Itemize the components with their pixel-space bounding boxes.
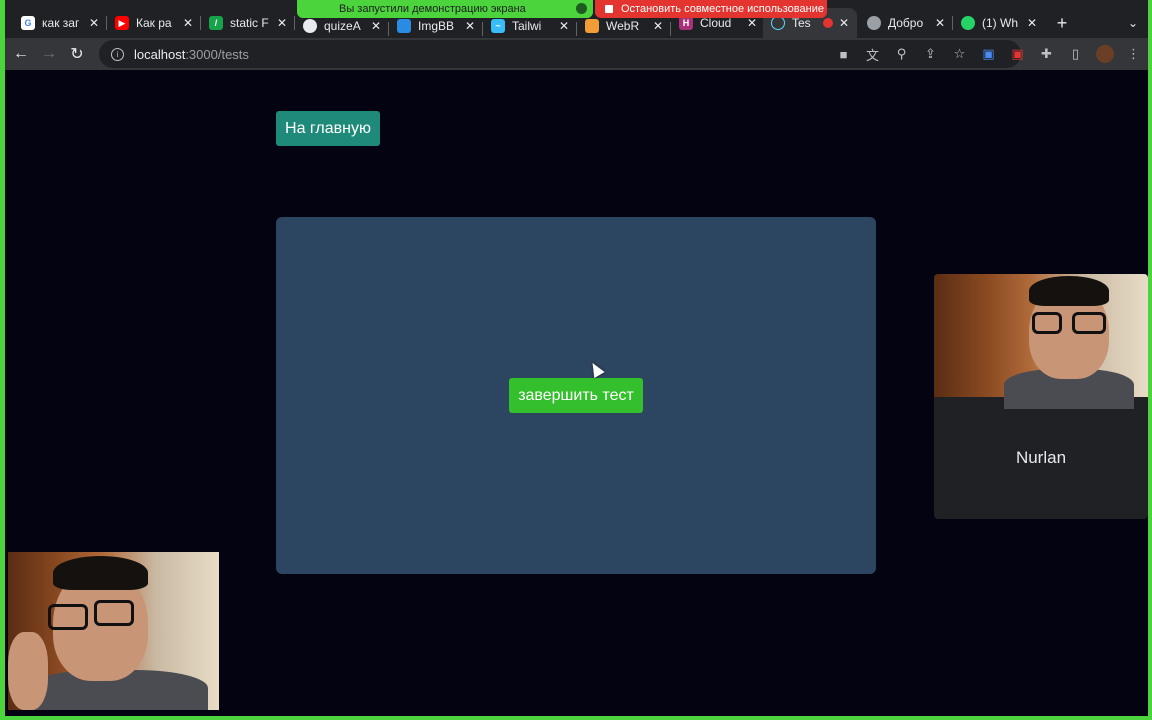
sidebar-icon[interactable]: ▯ [1061, 40, 1090, 68]
static-site-icon: / [209, 16, 223, 30]
tab-title: Cloud [700, 16, 732, 30]
profile-avatar-icon [1095, 45, 1114, 63]
webrtc-icon [585, 19, 599, 33]
tab-title: WebR [606, 19, 640, 33]
tab-title: Tes [792, 16, 811, 30]
participant-video-tile[interactable]: Nurlan [934, 274, 1148, 519]
close-icon[interactable]: ✕ [371, 19, 381, 33]
tab-google[interactable]: G как заг ✕ [13, 8, 107, 38]
tab-strip: G как заг ✕ ▶ Как ра ✕ / static F ✕ quiz… [5, 0, 1148, 40]
tailwind-icon: ~ [491, 19, 505, 33]
bookmark-star-icon[interactable]: ☆ [945, 40, 974, 68]
finish-test-button[interactable]: завершить тест [509, 378, 643, 413]
whatsapp-icon [961, 16, 975, 30]
zoom-icon[interactable]: ⚲ [887, 40, 916, 68]
self-video-tile[interactable] [8, 552, 219, 710]
close-icon[interactable]: ✕ [839, 16, 849, 30]
share-icon[interactable]: ⇪ [916, 40, 945, 68]
arrow-left-icon: ← [13, 45, 29, 62]
tab-youtube[interactable]: ▶ Как ра ✕ [107, 8, 201, 38]
tab-title: (1) Wh [982, 16, 1018, 30]
reload-button[interactable]: ↻ [63, 40, 91, 68]
close-icon[interactable]: ✕ [89, 16, 99, 30]
tab-static[interactable]: / static F ✕ [201, 8, 295, 38]
google-icon: G [21, 16, 35, 30]
screen-share-text: Вы запустили демонстрацию экрана [339, 3, 526, 15]
close-icon[interactable]: ✕ [559, 19, 569, 33]
browser-window: G как заг ✕ ▶ Как ра ✕ / static F ✕ quiz… [5, 0, 1148, 716]
imgbb-icon [397, 19, 411, 33]
youtube-icon: ▶ [115, 16, 129, 30]
plus-icon: + [1056, 12, 1068, 33]
stop-sharing-button[interactable]: Остановить совместное использование [595, 0, 827, 18]
toolbar-actions: ■ 文 ⚲ ⇪ ☆ ▣ ▣ ✚ ▯ ⋮ [829, 38, 1148, 70]
forward-button[interactable]: → [35, 40, 63, 68]
hair [53, 556, 148, 590]
arrow-right-icon: → [41, 45, 57, 62]
close-icon[interactable]: ✕ [183, 16, 193, 30]
recording-icon [822, 18, 833, 28]
tab-title: static F [230, 16, 269, 30]
tab-title: quizeA [324, 19, 361, 33]
hair [1029, 276, 1109, 306]
close-icon[interactable]: ✕ [277, 16, 287, 30]
participant-name: Nurlan [1015, 448, 1067, 467]
new-tab-button[interactable]: + [1047, 8, 1077, 38]
tab-whatsapp[interactable]: (1) Wh ✕ [953, 8, 1045, 38]
react-icon [771, 16, 785, 30]
tab-welcome[interactable]: Добро ✕ [859, 8, 953, 38]
info-icon[interactable]: i [111, 47, 124, 61]
test-card: завершить тест [276, 217, 876, 574]
home-button[interactable]: На главную [276, 111, 380, 146]
glasses-icon [1032, 312, 1062, 334]
github-icon [303, 19, 317, 33]
url-path: :3000/tests [185, 46, 249, 62]
menu-icon[interactable]: ⋮ [1119, 40, 1148, 68]
tab-title: Как ра [136, 16, 172, 30]
close-icon[interactable]: ✕ [653, 19, 663, 33]
shield-icon [576, 3, 587, 14]
extension-red-icon[interactable]: ▣ [1003, 40, 1032, 68]
translate-extension-icon[interactable]: ▣ [974, 40, 1003, 68]
puzzle-icon[interactable]: ✚ [1032, 40, 1061, 68]
tab-search-button[interactable]: ⌄ [1120, 8, 1146, 38]
chevron-down-icon: ⌄ [1127, 16, 1139, 30]
glasses-icon [48, 604, 88, 630]
stop-icon [605, 5, 613, 13]
translate-icon[interactable]: 文 [858, 40, 887, 68]
screen-share-notice: Вы запустили демонстрацию экрана [297, 0, 593, 18]
back-button[interactable]: ← [7, 40, 35, 68]
close-icon[interactable]: ✕ [935, 16, 945, 30]
camera-icon[interactable]: ■ [829, 40, 858, 68]
avatar[interactable] [1090, 40, 1119, 68]
hand [8, 632, 48, 710]
glasses-icon [94, 600, 134, 626]
browser-toolbar: ← → ↻ i localhost:3000/tests ■ 文 ⚲ ⇪ ☆ ▣… [5, 38, 1148, 70]
participant-camera-feed [934, 274, 1148, 409]
globe-icon [867, 16, 881, 30]
glasses-icon [1072, 312, 1106, 334]
tab-title: как заг [42, 16, 80, 30]
url-host: localhost [134, 46, 186, 62]
cloud-icon: H [679, 16, 693, 30]
tab-title: Добро [888, 16, 924, 30]
reload-icon: ↻ [70, 46, 84, 63]
tab-title: Tailwi [512, 19, 542, 33]
close-icon[interactable]: ✕ [1027, 16, 1037, 30]
close-icon[interactable]: ✕ [465, 19, 475, 33]
tab-title: ImgBB [418, 19, 455, 33]
stop-sharing-label: Остановить совместное использование [621, 3, 824, 15]
close-icon[interactable]: ✕ [747, 16, 757, 30]
